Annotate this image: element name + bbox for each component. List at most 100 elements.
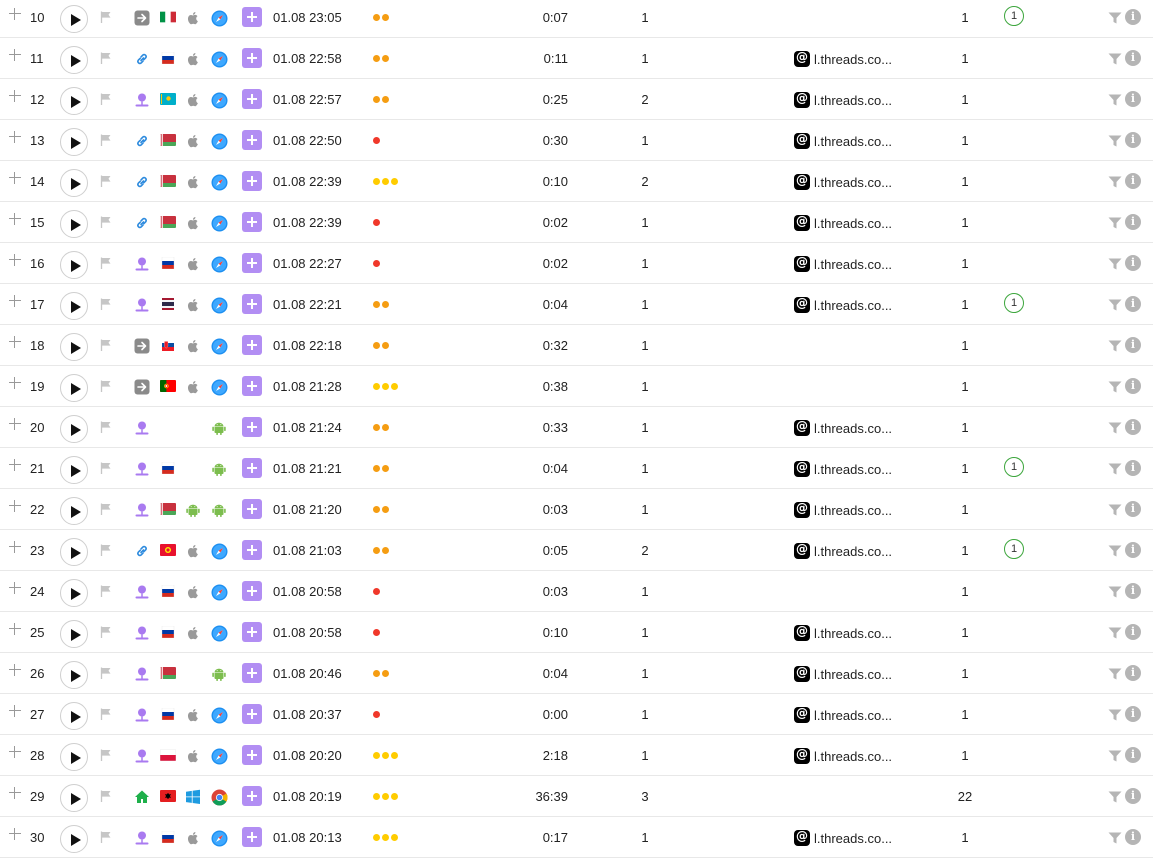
add-segment-button[interactable]: [242, 458, 262, 478]
add-segment-button[interactable]: [242, 89, 262, 109]
info-icon[interactable]: i: [1125, 788, 1141, 804]
info-icon[interactable]: i: [1125, 9, 1141, 25]
info-icon[interactable]: i: [1125, 583, 1141, 599]
filter-icon[interactable]: [1108, 94, 1122, 106]
table-row[interactable]: 26 01.08 20:46 0:04 1 l.threads.co... 1 i: [0, 653, 1153, 694]
play-recording-button[interactable]: [60, 46, 88, 74]
flag-icon[interactable]: [99, 666, 113, 680]
flag-icon[interactable]: [99, 256, 113, 270]
filter-icon[interactable]: [1108, 381, 1122, 393]
referrer-link[interactable]: l.threads.co...: [794, 419, 892, 436]
filter-icon[interactable]: [1108, 340, 1122, 352]
flag-icon[interactable]: [99, 420, 113, 434]
flag-icon[interactable]: [99, 707, 113, 721]
play-recording-button[interactable]: [60, 743, 88, 771]
info-icon[interactable]: i: [1125, 542, 1141, 558]
goal-badge[interactable]: 1: [1004, 457, 1024, 477]
play-recording-button[interactable]: [60, 333, 88, 361]
flag-icon[interactable]: [99, 92, 113, 106]
expand-row-button[interactable]: [9, 254, 21, 266]
play-recording-button[interactable]: [60, 661, 88, 689]
flag-icon[interactable]: [99, 133, 113, 147]
table-row[interactable]: 15 01.08 22:39 0:02 1 l.threads.co... 1 i: [0, 202, 1153, 243]
flag-icon[interactable]: [99, 461, 113, 475]
referrer-link[interactable]: l.threads.co...: [794, 296, 892, 313]
expand-row-button[interactable]: [9, 377, 21, 389]
table-row[interactable]: 10 01.08 23:05 0:07 1 1 1 i: [0, 0, 1153, 38]
info-icon[interactable]: i: [1125, 337, 1141, 353]
flag-icon[interactable]: [99, 297, 113, 311]
add-segment-button[interactable]: [242, 212, 262, 232]
filter-icon[interactable]: [1108, 832, 1122, 844]
referrer-link[interactable]: l.threads.co...: [794, 460, 892, 477]
play-recording-button[interactable]: [60, 87, 88, 115]
play-recording-button[interactable]: [60, 5, 88, 33]
info-icon[interactable]: i: [1125, 91, 1141, 107]
expand-row-button[interactable]: [9, 541, 21, 553]
play-recording-button[interactable]: [60, 620, 88, 648]
info-icon[interactable]: i: [1125, 378, 1141, 394]
add-segment-button[interactable]: [242, 581, 262, 601]
info-icon[interactable]: i: [1125, 173, 1141, 189]
info-icon[interactable]: i: [1125, 50, 1141, 66]
expand-row-button[interactable]: [9, 8, 21, 20]
play-recording-button[interactable]: [60, 210, 88, 238]
expand-row-button[interactable]: [9, 49, 21, 61]
referrer-link[interactable]: l.threads.co...: [794, 91, 892, 108]
goal-badge[interactable]: 1: [1004, 6, 1024, 26]
expand-row-button[interactable]: [9, 582, 21, 594]
referrer-link[interactable]: l.threads.co...: [794, 255, 892, 272]
add-segment-button[interactable]: [242, 48, 262, 68]
table-row[interactable]: 20 01.08 21:24 0:33 1 l.threads.co... 1 i: [0, 407, 1153, 448]
add-segment-button[interactable]: [242, 335, 262, 355]
expand-row-button[interactable]: [9, 787, 21, 799]
info-icon[interactable]: i: [1125, 501, 1141, 517]
add-segment-button[interactable]: [242, 622, 262, 642]
info-icon[interactable]: i: [1125, 419, 1141, 435]
expand-row-button[interactable]: [9, 664, 21, 676]
expand-row-button[interactable]: [9, 828, 21, 840]
add-segment-button[interactable]: [242, 417, 262, 437]
referrer-link[interactable]: l.threads.co...: [794, 50, 892, 67]
play-recording-button[interactable]: [60, 128, 88, 156]
filter-icon[interactable]: [1108, 258, 1122, 270]
table-row[interactable]: 19 01.08 21:28 0:38 1 1 i: [0, 366, 1153, 407]
table-row[interactable]: 11 01.08 22:58 0:11 1 l.threads.co... 1 i: [0, 38, 1153, 79]
expand-row-button[interactable]: [9, 500, 21, 512]
info-icon[interactable]: i: [1125, 132, 1141, 148]
table-row[interactable]: 24 01.08 20:58 0:03 1 1 i: [0, 571, 1153, 612]
add-segment-button[interactable]: [242, 704, 262, 724]
play-recording-button[interactable]: [60, 456, 88, 484]
filter-icon[interactable]: [1108, 750, 1122, 762]
play-recording-button[interactable]: [60, 825, 88, 853]
referrer-link[interactable]: l.threads.co...: [794, 829, 892, 846]
info-icon[interactable]: i: [1125, 829, 1141, 845]
referrer-link[interactable]: l.threads.co...: [794, 132, 892, 149]
expand-row-button[interactable]: [9, 172, 21, 184]
info-icon[interactable]: i: [1125, 460, 1141, 476]
play-recording-button[interactable]: [60, 784, 88, 812]
add-segment-button[interactable]: [242, 7, 262, 27]
goal-badge[interactable]: 1: [1004, 539, 1024, 559]
flag-icon[interactable]: [99, 789, 113, 803]
flag-icon[interactable]: [99, 215, 113, 229]
add-segment-button[interactable]: [242, 294, 262, 314]
flag-icon[interactable]: [99, 174, 113, 188]
flag-icon[interactable]: [99, 338, 113, 352]
filter-icon[interactable]: [1108, 53, 1122, 65]
add-segment-button[interactable]: [242, 130, 262, 150]
filter-icon[interactable]: [1108, 627, 1122, 639]
info-icon[interactable]: i: [1125, 665, 1141, 681]
table-row[interactable]: 23 01.08 21:03 0:05 2 l.threads.co... 1 1 i: [0, 530, 1153, 571]
add-segment-button[interactable]: [242, 499, 262, 519]
flag-icon[interactable]: [99, 543, 113, 557]
play-recording-button[interactable]: [60, 169, 88, 197]
play-recording-button[interactable]: [60, 374, 88, 402]
expand-row-button[interactable]: [9, 746, 21, 758]
add-segment-button[interactable]: [242, 827, 262, 847]
table-row[interactable]: 12 01.08 22:57 0:25 2 l.threads.co... 1 i: [0, 79, 1153, 120]
add-segment-button[interactable]: [242, 253, 262, 273]
filter-icon[interactable]: [1108, 586, 1122, 598]
table-row[interactable]: 29 01.08 20:19 36:39 3 22 i: [0, 776, 1153, 817]
add-segment-button[interactable]: [242, 171, 262, 191]
